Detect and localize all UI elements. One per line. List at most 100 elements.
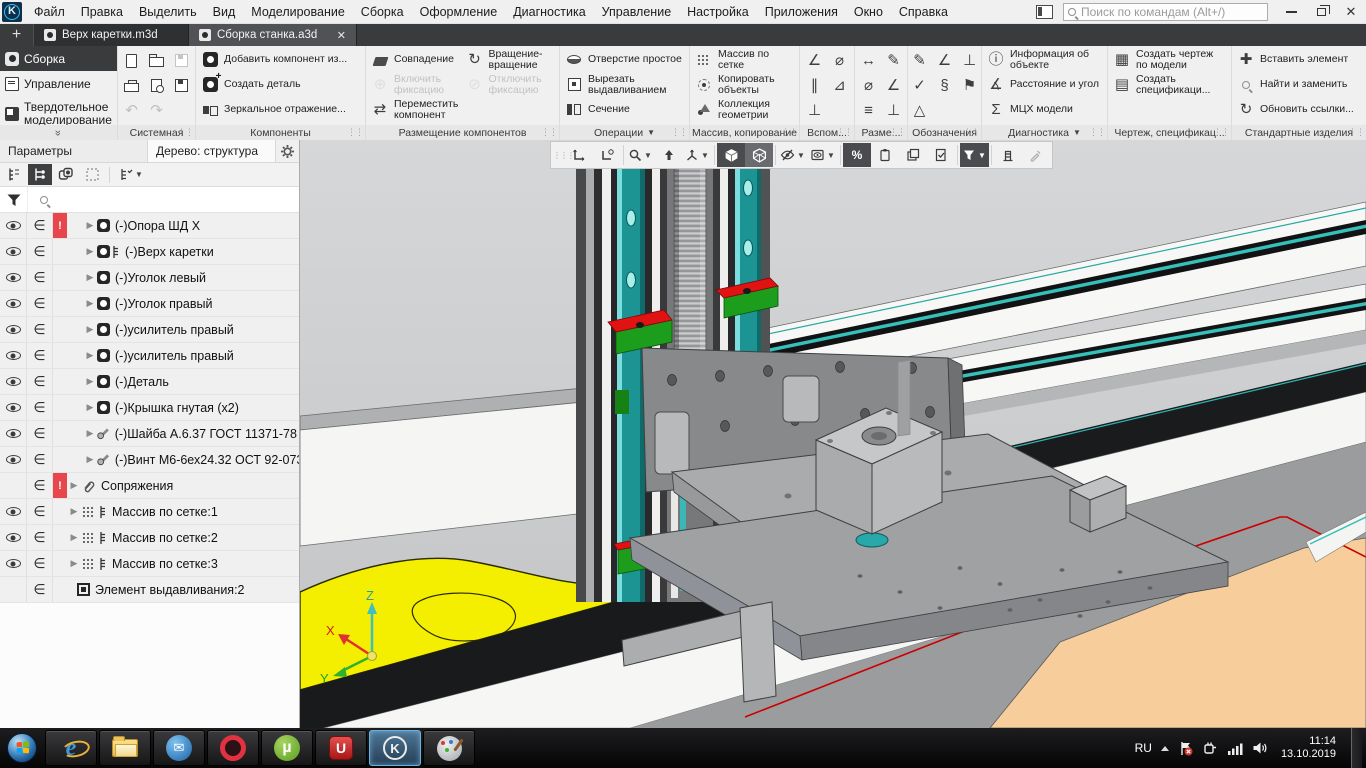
- aux-axis-button[interactable]: ⌀: [835, 53, 844, 68]
- expand-arrow[interactable]: [67, 480, 81, 491]
- visibility-toggle[interactable]: [0, 395, 27, 420]
- notation-pen-button[interactable]: ✎: [913, 53, 926, 68]
- visibility-toggle[interactable]: [0, 421, 27, 446]
- visibility-toggle[interactable]: [0, 525, 27, 550]
- distance-angle-button[interactable]: ∡ Расстояние и угол: [984, 72, 1105, 97]
- menu-management[interactable]: Управление: [594, 0, 680, 24]
- visibility-toggle[interactable]: [0, 291, 27, 316]
- menu-modeling[interactable]: Моделирование: [243, 0, 353, 24]
- show-desktop-button[interactable]: [1351, 728, 1362, 768]
- menu-file[interactable]: Файл: [26, 0, 73, 24]
- tree-filter-list-button[interactable]: ▼: [115, 164, 149, 185]
- nav-assembly[interactable]: Сборка: [0, 46, 117, 71]
- simple-hole-button[interactable]: Отверстие простое: [562, 47, 687, 72]
- visibility-toggle[interactable]: [0, 239, 27, 264]
- expand-arrow[interactable]: [83, 454, 97, 465]
- include-toggle[interactable]: [27, 317, 53, 342]
- clipboard-button[interactable]: [871, 143, 899, 167]
- aux-plane-button[interactable]: ∥: [811, 78, 819, 93]
- minimize-button[interactable]: [1276, 1, 1306, 23]
- start-button[interactable]: [3, 729, 41, 767]
- include-toggle[interactable]: [27, 213, 53, 238]
- create-drawing-button[interactable]: ▦ Создать чертеж по модели: [1110, 47, 1229, 72]
- menu-applications[interactable]: Приложения: [757, 0, 846, 24]
- insert-element-button[interactable]: ✚ Вставить элемент: [1234, 47, 1364, 72]
- orientation-button[interactable]: [655, 143, 683, 167]
- expand-arrow[interactable]: [83, 428, 97, 439]
- print-button[interactable]: [124, 79, 139, 92]
- object-info-button[interactable]: ⓘ Информация об объекте: [984, 47, 1105, 72]
- include-toggle[interactable]: [27, 265, 53, 290]
- section-button[interactable]: Сечение: [562, 97, 687, 122]
- include-toggle[interactable]: [27, 499, 53, 524]
- panel-settings-button[interactable]: [276, 140, 299, 162]
- expand-arrow[interactable]: [83, 324, 97, 335]
- undo-button[interactable]: ↶: [125, 103, 138, 118]
- tray-expand-icon[interactable]: [1161, 746, 1169, 751]
- power-icon[interactable]: [1203, 741, 1218, 755]
- save-as-button[interactable]: [175, 79, 188, 92]
- visibility-toggle[interactable]: [0, 499, 27, 524]
- menu-window[interactable]: Окно: [846, 0, 891, 24]
- create-specification-button[interactable]: ▤ Создать спецификаци...: [1110, 72, 1229, 97]
- aux-cs-button[interactable]: ⊥: [808, 103, 821, 118]
- wireframe-display-button[interactable]: [745, 143, 773, 167]
- notation-leader-button[interactable]: ∠: [938, 53, 951, 68]
- taskbar-utorrent-button[interactable]: µ: [261, 730, 313, 766]
- taskbar-ie-button[interactable]: e: [45, 730, 97, 766]
- include-toggle[interactable]: [27, 577, 53, 602]
- dim-linear-button[interactable]: ↔: [861, 53, 876, 68]
- tree-item-massiv-3[interactable]: Массив по сетке:3: [0, 551, 299, 577]
- expand-arrow[interactable]: [83, 350, 97, 361]
- include-toggle[interactable]: [27, 447, 53, 472]
- mass-properties-button[interactable]: Σ МЦХ модели: [984, 97, 1105, 122]
- include-toggle[interactable]: [27, 525, 53, 550]
- include-toggle[interactable]: [27, 369, 53, 394]
- visibility-toggle[interactable]: [0, 317, 27, 342]
- include-toggle[interactable]: [27, 291, 53, 316]
- tree-item-vydavlivanie[interactable]: Элемент выдавливания:2: [0, 577, 299, 603]
- dim-table-button[interactable]: ≡: [864, 103, 873, 118]
- move-cs-button[interactable]: ▼: [683, 143, 712, 167]
- menu-assembly[interactable]: Сборка: [353, 0, 412, 24]
- expand-arrow[interactable]: [83, 376, 97, 387]
- dim-diameter-button[interactable]: ⌀: [864, 78, 873, 93]
- tree-item-vint[interactable]: (-)Винт М6-6ех24.32 ОСТ 92-0737-: [0, 447, 299, 473]
- nav-collapse[interactable]: «: [0, 125, 117, 140]
- notation-mark-button[interactable]: §: [940, 78, 948, 93]
- add-component-button[interactable]: Добавить компонент из...: [198, 47, 363, 72]
- expand-arrow[interactable]: [67, 558, 81, 569]
- move-component-button[interactable]: ⇄ Переместить компонент: [368, 97, 463, 122]
- tree-item-ugolok-pravyi[interactable]: (-)Уголок правый: [0, 291, 299, 317]
- expand-arrow[interactable]: [67, 506, 81, 517]
- 3d-scene[interactable]: Z X Y: [300, 140, 1366, 728]
- expand-arrow[interactable]: [83, 402, 97, 413]
- include-toggle[interactable]: [27, 343, 53, 368]
- visibility-toggle[interactable]: [0, 551, 27, 576]
- mirror-button[interactable]: Зеркальное отражение...: [198, 97, 363, 122]
- menu-select[interactable]: Выделить: [131, 0, 205, 24]
- taskbar-downloader-button[interactable]: U: [315, 730, 367, 766]
- preview-button[interactable]: [151, 79, 162, 92]
- placement-cs-button[interactable]: [593, 143, 621, 167]
- tree-item-massiv-2[interactable]: Массив по сетке:2: [0, 525, 299, 551]
- tree-item-sopryazheniya[interactable]: Сопряжения: [0, 473, 299, 499]
- visibility-toggle[interactable]: [0, 265, 27, 290]
- tree-components-button[interactable]: [54, 164, 78, 185]
- taskbar-kompas-button[interactable]: K: [369, 730, 421, 766]
- layers-button[interactable]: [899, 143, 927, 167]
- command-search-input[interactable]: Поиск по командам (Alt+/): [1063, 3, 1268, 21]
- aux-point-button[interactable]: ∠: [808, 53, 821, 68]
- filter-button[interactable]: ▼: [960, 143, 989, 167]
- menu-diagnostics[interactable]: Диагностика: [505, 0, 593, 24]
- local-cs-button[interactable]: [565, 143, 593, 167]
- new-document-tab-button[interactable]: [0, 24, 34, 46]
- tree-structure-view-button[interactable]: [28, 164, 52, 185]
- cut-extrude-button[interactable]: Вырезать выдавливанием: [562, 72, 687, 97]
- save-button[interactable]: [175, 54, 188, 67]
- copy-objects-button[interactable]: Копировать объекты: [692, 72, 797, 97]
- taskbar-opera-button[interactable]: [207, 730, 259, 766]
- tree-selection-button[interactable]: [80, 164, 104, 185]
- menu-help[interactable]: Справка: [891, 0, 956, 24]
- sheet-check-button[interactable]: [927, 143, 955, 167]
